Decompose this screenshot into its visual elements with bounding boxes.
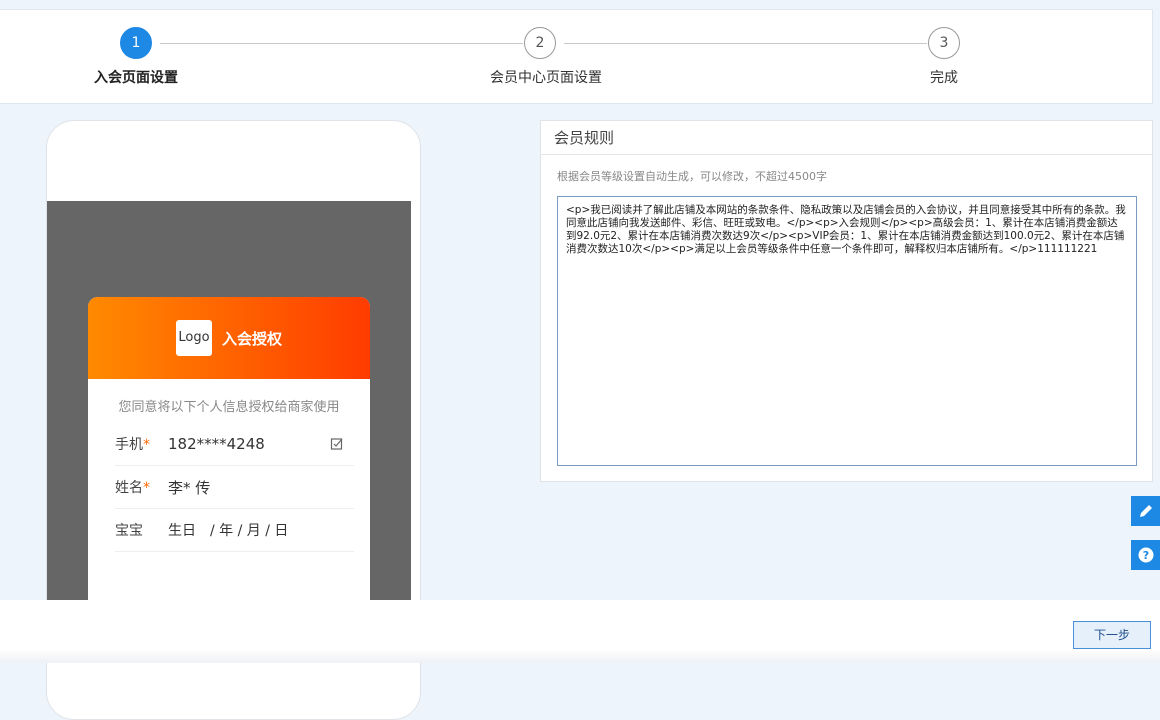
field-name: 姓名* 李* 传 <box>115 466 354 509</box>
field-value: 生日 / 年 / 月 / 日 <box>168 523 289 539</box>
edit-icon[interactable] <box>330 437 344 451</box>
field-baby-birthday: 宝宝 生日 / 年 / 月 / 日 <box>115 509 354 552</box>
step-number: 1 <box>120 27 152 59</box>
step-label: 会员中心页面设置 <box>490 70 602 86</box>
rules-title: 会员规则 <box>541 121 1152 155</box>
field-value: 李* 传 <box>168 478 211 497</box>
steps-panel: 1 入会页面设置 2 会员中心页面设置 3 完成 <box>0 9 1153 104</box>
auth-description: 您同意将以下个人信息授权给商家使用 <box>118 400 340 415</box>
step-label: 入会页面设置 <box>94 70 178 86</box>
question-icon: ? <box>1138 547 1153 563</box>
field-label: 姓名* <box>115 480 150 496</box>
field-label: 手机* <box>115 437 150 453</box>
rules-hint: 根据会员等级设置自动生成，可以修改，不超过4500字 <box>557 170 827 183</box>
step-label: 完成 <box>930 70 958 86</box>
auth-card-header: Logo 入会授权 <box>88 297 370 379</box>
pencil-icon <box>1139 505 1152 517</box>
member-rules-panel: 会员规则 根据会员等级设置自动生成，可以修改，不超过4500字 <box>540 120 1153 482</box>
svg-text:?: ? <box>1142 549 1148 562</box>
step-connector <box>160 43 523 44</box>
step-connector <box>564 43 927 44</box>
step-number: 3 <box>928 27 960 59</box>
field-phone: 手机* 182****4248 <box>115 423 354 466</box>
logo: Logo <box>175 320 212 356</box>
field-value: 182****4248 <box>168 435 265 453</box>
auth-card-title: 入会授权 <box>221 329 282 348</box>
field-label: 宝宝 <box>115 523 143 539</box>
footer-bar: 下一步 <box>0 600 1160 663</box>
help-button[interactable]: ? <box>1131 540 1160 570</box>
next-step-button[interactable]: 下一步 <box>1073 621 1151 649</box>
rules-textarea[interactable] <box>557 196 1137 466</box>
auth-card: Logo 入会授权 您同意将以下个人信息授权给商家使用 手机* 182****4… <box>88 297 370 617</box>
step-number: 2 <box>524 27 556 59</box>
edit-button[interactable] <box>1131 496 1160 526</box>
footer-shade <box>0 649 1160 663</box>
